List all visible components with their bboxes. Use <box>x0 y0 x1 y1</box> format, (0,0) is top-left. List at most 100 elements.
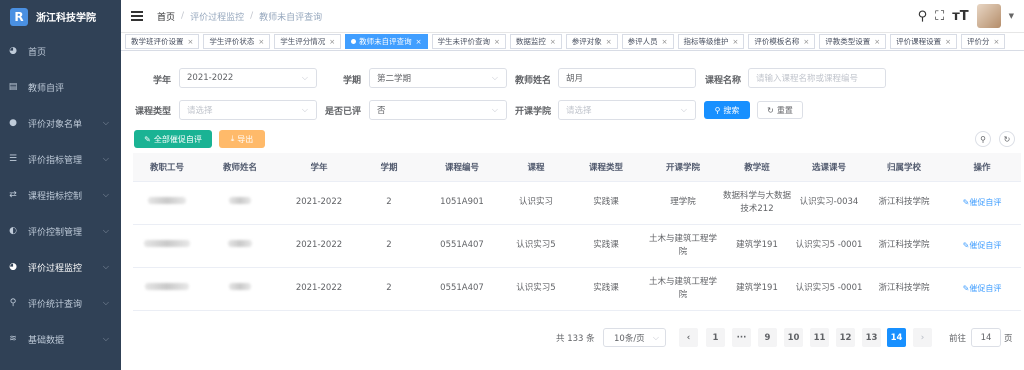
page-button[interactable]: 12 <box>836 328 855 347</box>
goto-input[interactable]: 14 <box>971 328 1001 347</box>
chevron-down-icon: ⌵ <box>102 226 109 235</box>
college-select[interactable]: 请选择 ⌵ <box>558 100 696 120</box>
tab-label: 学生评价状态 <box>209 37 255 46</box>
table-row: 2021-2022 2 1051A901 认识实习 实践课 理学院 数据科学与大数据技术21… <box>133 181 1021 225</box>
database-icon: ≋ <box>9 334 17 344</box>
close-icon[interactable]: × <box>874 38 880 46</box>
teacher-input[interactable]: 胡月 <box>558 68 696 88</box>
type-select[interactable]: 请选择 ⌵ <box>179 100 317 120</box>
page-button[interactable]: 1 <box>706 328 725 347</box>
prev-page-button[interactable]: ‹ <box>679 328 698 347</box>
chevron-down-icon: ⌵ <box>301 73 308 82</box>
search-icon[interactable]: ⚲ <box>918 9 928 24</box>
tab-tag[interactable]: 参评人员 × <box>621 34 674 49</box>
page-button[interactable]: 11 <box>810 328 829 347</box>
column-header: 教师姓名 <box>201 153 279 182</box>
reset-button[interactable]: ↻ 重置 <box>757 101 803 119</box>
sidebar-item[interactable]: ◕ 首页 <box>0 33 121 69</box>
page-button[interactable]: 10 <box>784 328 803 347</box>
page-button[interactable]: 14 <box>887 328 906 347</box>
data-table: 教职工号 教师姓名 学年 学期 课程编号 课程 课程类型 开课学院 教学班 选课课号 归属学校 操作 … <box>133 153 1021 311</box>
download-icon: ⤓ <box>230 134 235 143</box>
column-header: 开课学院 <box>645 153 721 182</box>
close-icon[interactable]: × <box>994 38 1000 46</box>
page-ellipsis[interactable]: ··· <box>732 328 751 347</box>
sidebar-item[interactable]: ▤ 教师自评 <box>0 69 121 105</box>
school-cell: 浙江科技学院 <box>865 224 943 268</box>
teacher-name-cell <box>201 224 279 268</box>
control-icon: ⇄ <box>9 190 17 200</box>
sidebar-item[interactable]: ◕ 评价过程监控 ⌵ <box>0 249 121 285</box>
sidebar-item[interactable]: ● 评价对象名单 ⌵ <box>0 105 121 141</box>
tab-label: 评教类型设置 <box>825 37 871 46</box>
remind-label: 催促自评 <box>969 240 1002 250</box>
avatar[interactable] <box>976 4 1001 28</box>
remind-all-button[interactable]: ✎ 全部催促自评 <box>134 130 212 148</box>
tab-tag[interactable]: 评教类型设置 × <box>819 34 887 49</box>
sidebar-item[interactable]: ⚲ 评价统计查询 ⌵ <box>0 285 121 321</box>
close-icon[interactable]: × <box>188 38 194 46</box>
font-size-icon[interactable]: тT <box>952 9 968 24</box>
tab-tag[interactable]: 评价课程设置 × <box>890 34 957 49</box>
next-page-button[interactable]: › <box>913 328 932 347</box>
breadcrumb-home[interactable]: 首页 <box>157 10 175 23</box>
evaluated-select[interactable]: 否 ⌵ <box>369 100 507 120</box>
year-label: 学年 <box>152 76 171 86</box>
sidebar-item[interactable]: ⇄ 课程指标控制 ⌵ <box>0 177 121 213</box>
caret-down-icon[interactable]: ▼ <box>1009 12 1014 20</box>
tab-tag[interactable]: 学生评分情况 × <box>274 34 342 49</box>
page-size-select[interactable]: 10条/页 ⌵ <box>603 328 666 347</box>
term-cell: 2 <box>359 267 419 311</box>
year-cell: 2021-2022 <box>279 224 359 268</box>
close-icon[interactable]: × <box>329 38 335 46</box>
sidebar-item[interactable]: ☰ 评价指标管理 ⌵ <box>0 141 121 177</box>
select_code-cell: 认识实习-0034 <box>793 181 865 225</box>
toggle-search-icon[interactable]: ⚲ <box>975 131 991 147</box>
tab-tag[interactable]: 指标等级维护 × <box>677 34 745 49</box>
export-button[interactable]: ⤓ 导出 <box>219 130 265 148</box>
year-select[interactable]: 2021-2022 ⌵ <box>179 68 317 88</box>
hamburger-icon[interactable] <box>131 9 143 23</box>
teacher-name-cell <box>201 267 279 311</box>
college-cell: 土木与建筑工程学院 <box>645 224 721 268</box>
tab-tag[interactable]: 参评对象 × <box>565 34 618 49</box>
course-input[interactable]: 请输入课程名称或课程编号 <box>748 68 886 88</box>
tab-tag[interactable]: 教学班评价设置 × <box>125 34 200 49</box>
sidebar-item[interactable]: ≋ 基础数据 ⌵ <box>0 321 121 357</box>
chevron-down-icon: ⌵ <box>102 190 109 199</box>
close-icon[interactable]: × <box>733 38 739 46</box>
close-icon[interactable]: × <box>258 38 264 46</box>
tab-tag[interactable]: 数据监控 × <box>509 34 562 49</box>
college-cell: 理学院 <box>645 181 721 225</box>
remind-button[interactable]: ✎催促自评 <box>963 241 1002 250</box>
close-icon[interactable]: × <box>550 38 556 46</box>
tab-tag[interactable]: 学生未评价查询 × <box>431 34 506 49</box>
close-icon[interactable]: × <box>662 38 668 46</box>
sidebar-item[interactable]: ◐ 评价控制管理 ⌵ <box>0 213 121 249</box>
tab-tag[interactable]: 学生评价状态 × <box>203 34 271 49</box>
refresh-icon[interactable]: ↻ <box>999 131 1015 147</box>
term-select[interactable]: 第二学期 ⌵ <box>369 68 507 88</box>
close-icon[interactable]: × <box>416 38 422 46</box>
page-button[interactable]: 13 <box>862 328 881 347</box>
page-button[interactable]: 9 <box>758 328 777 347</box>
type-label: 课程类型 <box>134 107 171 117</box>
search-button[interactable]: ⚲ 搜索 <box>704 101 750 119</box>
column-header: 教职工号 <box>133 153 201 182</box>
tab-tag[interactable]: 教师未自评查询 × <box>345 34 428 49</box>
breadcrumb-section: 评价过程监控 <box>190 12 245 23</box>
close-icon[interactable]: × <box>606 38 612 46</box>
edit-icon: ✎ <box>144 134 151 144</box>
course-cell: 认识实习 <box>505 181 567 225</box>
chevron-down-icon: ⌵ <box>301 105 308 114</box>
close-icon[interactable]: × <box>945 38 951 46</box>
tab-tag[interactable]: 评价分 × <box>961 34 1006 49</box>
close-icon[interactable]: × <box>803 38 809 46</box>
remind-button[interactable]: ✎催促自评 <box>963 198 1002 207</box>
remind-button[interactable]: ✎催促自评 <box>963 284 1002 293</box>
course-label: 课程名称 <box>704 76 741 86</box>
fullscreen-icon[interactable]: ⛶ <box>935 9 944 24</box>
close-icon[interactable]: × <box>494 38 500 46</box>
course-placeholder: 请输入课程名称或课程编号 <box>756 74 859 84</box>
tab-tag[interactable]: 评价模板名称 × <box>748 34 816 49</box>
